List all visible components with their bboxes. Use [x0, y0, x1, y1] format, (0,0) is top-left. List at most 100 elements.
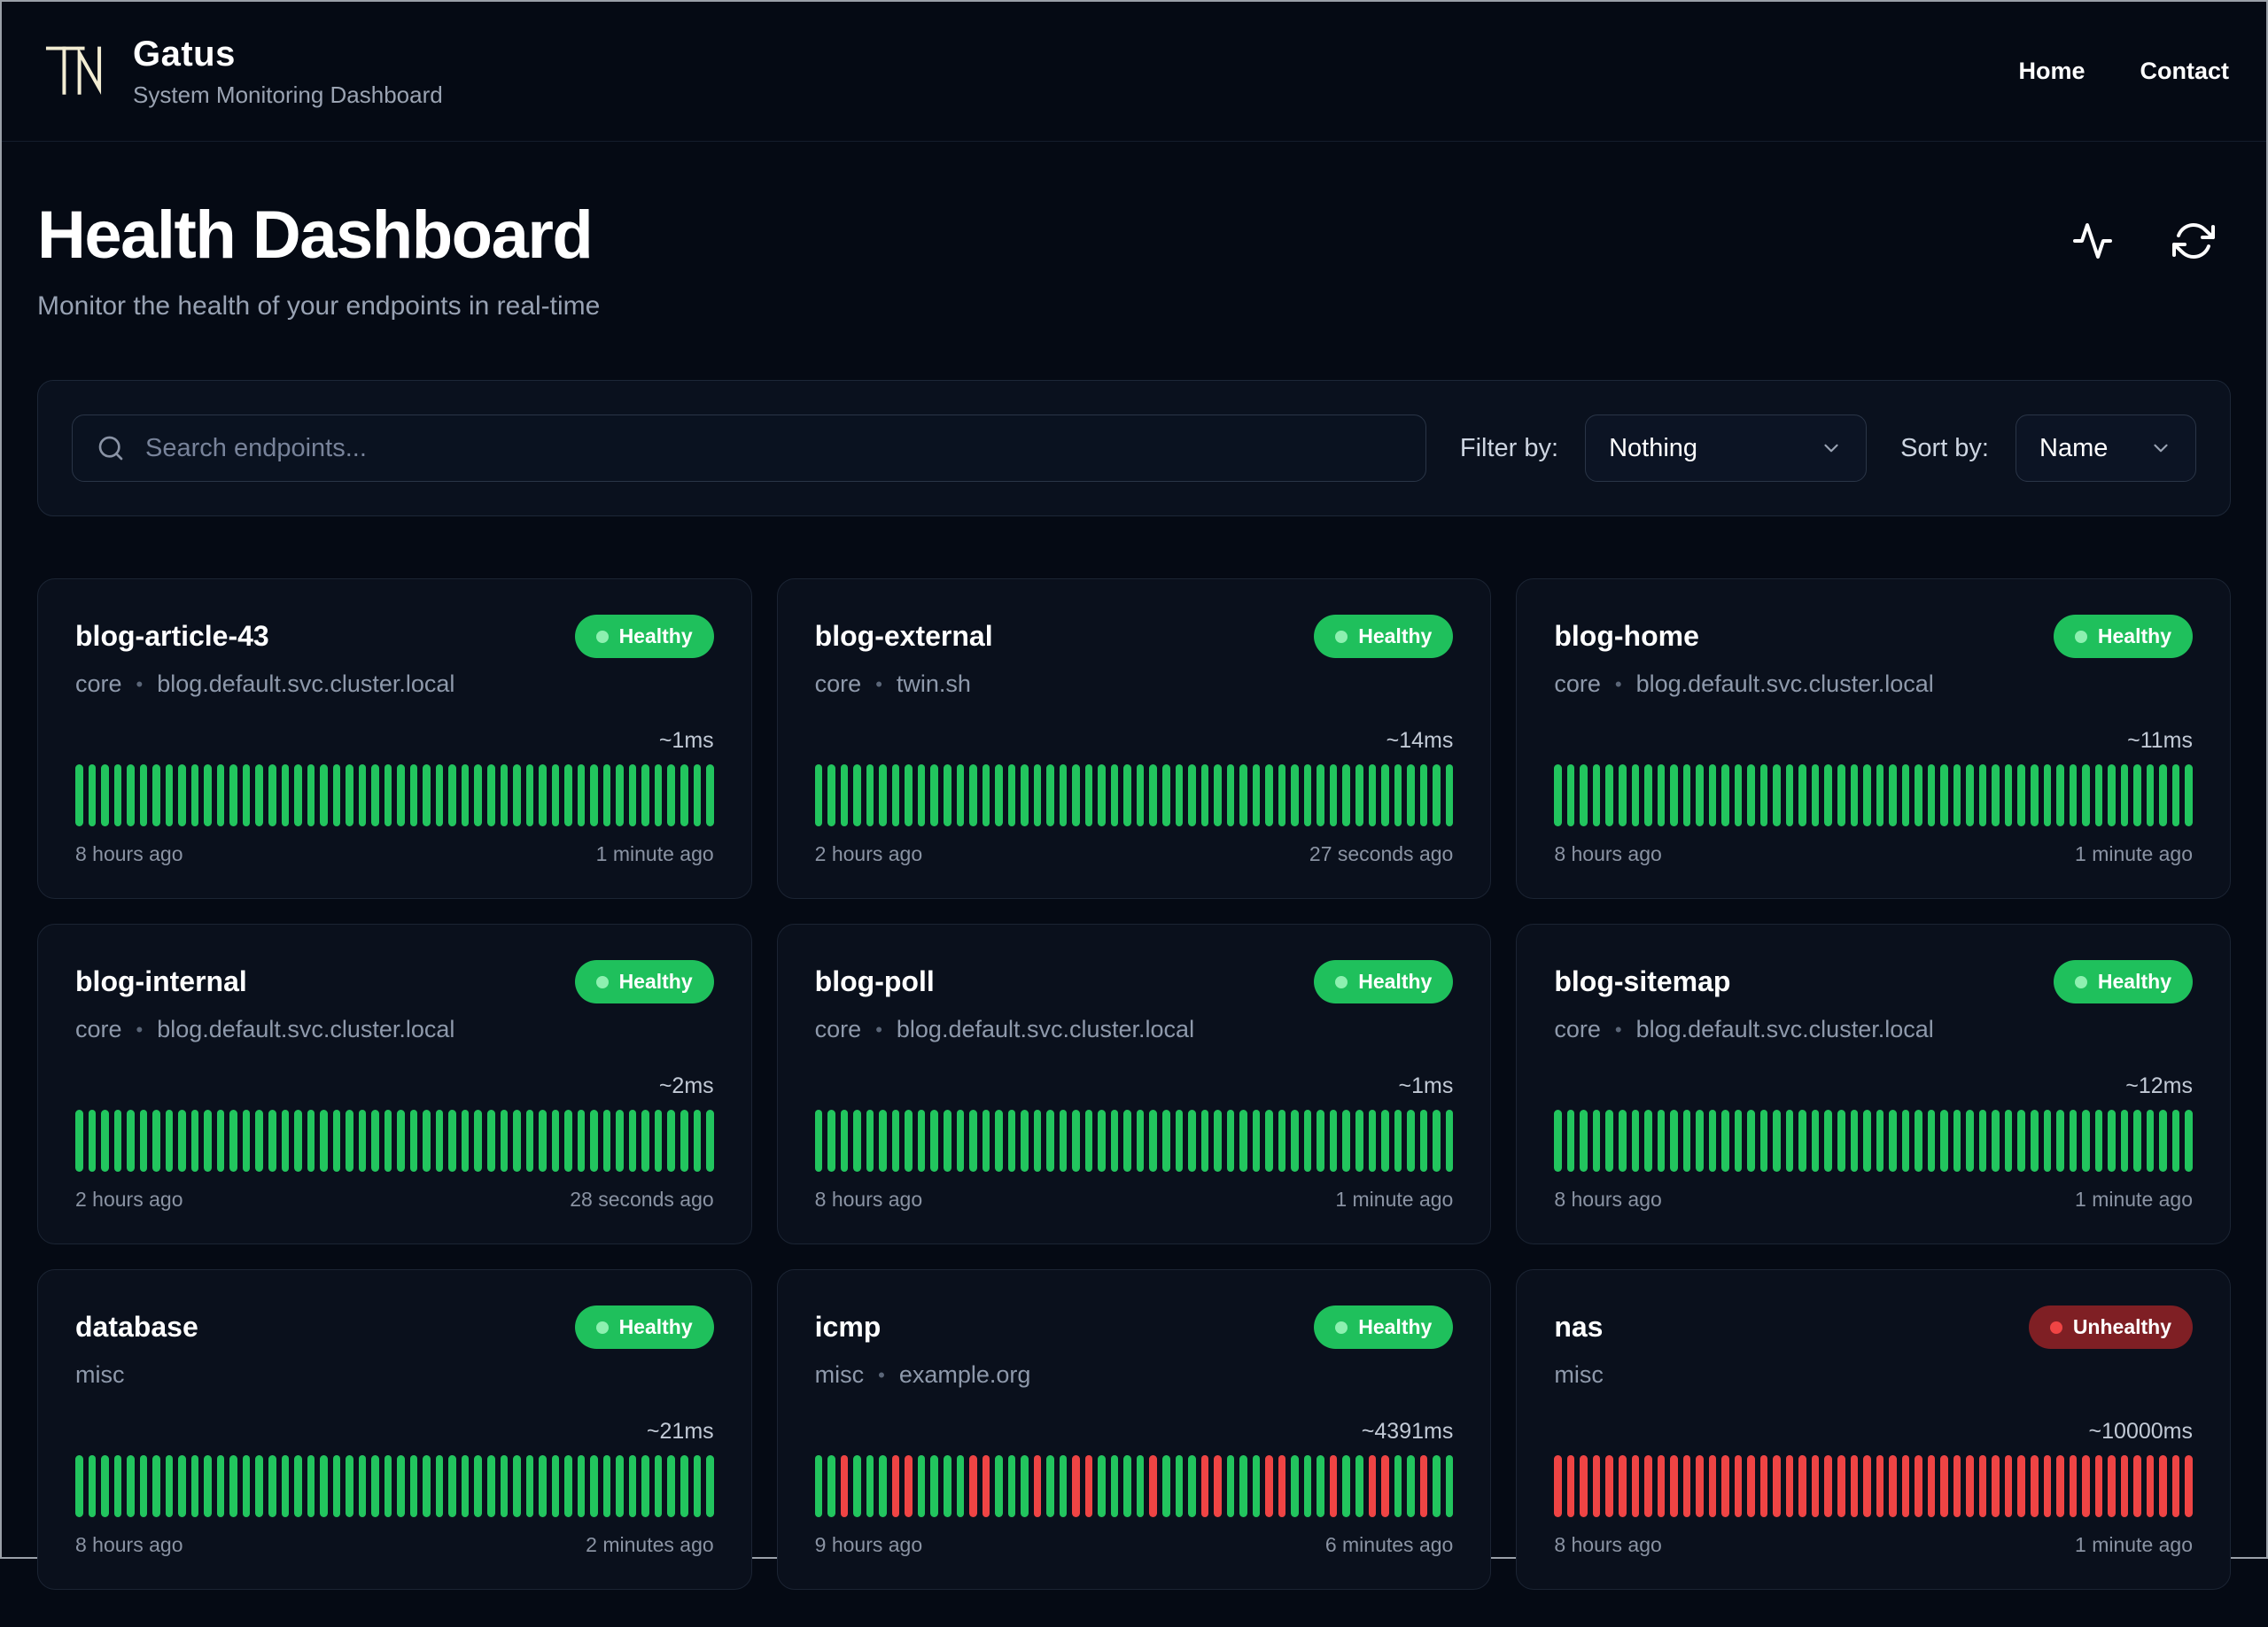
uptime-bar[interactable]	[1850, 1110, 1859, 1172]
uptime-bar[interactable]	[397, 1455, 405, 1517]
uptime-bar[interactable]	[1759, 764, 1768, 826]
uptime-bar[interactable]	[1708, 1110, 1717, 1172]
uptime-bar[interactable]	[1303, 1110, 1312, 1172]
uptime-bar[interactable]	[1696, 764, 1704, 826]
uptime-bar[interactable]	[2030, 764, 2039, 826]
uptime-bar[interactable]	[1618, 1110, 1627, 1172]
uptime-bar[interactable]	[1265, 1110, 1273, 1172]
uptime-bar[interactable]	[75, 1455, 83, 1517]
uptime-bar[interactable]	[1407, 1455, 1415, 1517]
uptime-bar[interactable]	[930, 1110, 938, 1172]
uptime-bar[interactable]	[2108, 1110, 2116, 1172]
uptime-bar[interactable]	[525, 764, 534, 826]
uptime-bar[interactable]	[448, 764, 456, 826]
uptime-bar[interactable]	[358, 1110, 367, 1172]
uptime-bar[interactable]	[2082, 764, 2090, 826]
uptime-bar[interactable]	[216, 764, 225, 826]
uptime-bar[interactable]	[229, 1110, 237, 1172]
uptime-bar[interactable]	[1394, 1455, 1402, 1517]
uptime-bar[interactable]	[693, 1455, 702, 1517]
uptime-bar[interactable]	[1317, 764, 1324, 826]
uptime-bar[interactable]	[152, 1455, 160, 1517]
uptime-bar[interactable]	[1682, 1110, 1691, 1172]
uptime-bar[interactable]	[1445, 1455, 1454, 1517]
downtime-bar[interactable]	[1200, 1455, 1209, 1517]
uptime-bar[interactable]	[891, 764, 900, 826]
uptime-bar[interactable]	[1889, 764, 1897, 826]
uptime-bar[interactable]	[2133, 764, 2141, 826]
uptime-bar[interactable]	[602, 1455, 611, 1517]
uptime-bar[interactable]	[320, 764, 328, 826]
endpoint-card[interactable]: icmp Healthy misc • example.org ~4391ms …	[776, 1269, 1492, 1590]
uptime-bar[interactable]	[320, 1455, 328, 1517]
uptime-bar[interactable]	[281, 764, 290, 826]
uptime-bar[interactable]	[1021, 1455, 1029, 1517]
uptime-bar[interactable]	[943, 764, 951, 826]
uptime-bar[interactable]	[1927, 1110, 1936, 1172]
uptime-bar[interactable]	[204, 1110, 212, 1172]
uptime-bar[interactable]	[268, 764, 276, 826]
downtime-bar[interactable]	[1798, 1455, 1806, 1517]
uptime-bar[interactable]	[1239, 1110, 1247, 1172]
uptime-bar[interactable]	[1940, 764, 1948, 826]
downtime-bar[interactable]	[2030, 1455, 2039, 1517]
uptime-bar[interactable]	[1837, 1110, 1845, 1172]
uptime-bar[interactable]	[879, 764, 887, 826]
uptime-bar[interactable]	[1811, 1110, 1820, 1172]
uptime-bar[interactable]	[564, 1455, 572, 1517]
nav-link-home[interactable]: Home	[2018, 58, 2085, 85]
uptime-bar[interactable]	[1747, 764, 1755, 826]
refresh-icon[interactable]	[2172, 220, 2215, 262]
uptime-bar[interactable]	[628, 1455, 637, 1517]
uptime-bar[interactable]	[216, 1110, 225, 1172]
uptime-bar[interactable]	[294, 1455, 302, 1517]
uptime-bar[interactable]	[866, 1455, 874, 1517]
uptime-bar[interactable]	[866, 764, 874, 826]
uptime-bar[interactable]	[1992, 764, 2000, 826]
uptime-bar[interactable]	[307, 1455, 315, 1517]
uptime-bar[interactable]	[165, 1455, 174, 1517]
uptime-bar[interactable]	[1252, 1110, 1261, 1172]
uptime-bar[interactable]	[1329, 1110, 1338, 1172]
uptime-bar[interactable]	[397, 764, 405, 826]
uptime-bar[interactable]	[1759, 1110, 1768, 1172]
uptime-bar[interactable]	[956, 764, 965, 826]
uptime-bar[interactable]	[2082, 1110, 2090, 1172]
uptime-bar[interactable]	[474, 1110, 482, 1172]
uptime-bar[interactable]	[384, 1110, 392, 1172]
uptime-bar[interactable]	[706, 1110, 714, 1172]
uptime-bars[interactable]	[75, 1110, 714, 1172]
uptime-bar[interactable]	[590, 1110, 598, 1172]
uptime-bar[interactable]	[693, 1110, 702, 1172]
uptime-bar[interactable]	[1721, 1110, 1729, 1172]
uptime-bar[interactable]	[500, 1110, 509, 1172]
uptime-bar[interactable]	[242, 1455, 251, 1517]
uptime-bar[interactable]	[956, 1455, 965, 1517]
uptime-bar[interactable]	[500, 1455, 509, 1517]
sort-select[interactable]: Name	[2016, 414, 2196, 482]
uptime-bar[interactable]	[1708, 764, 1717, 826]
uptime-bar[interactable]	[1734, 1110, 1743, 1172]
downtime-bar[interactable]	[1618, 1455, 1627, 1517]
uptime-bar[interactable]	[616, 1455, 624, 1517]
uptime-bar[interactable]	[1394, 764, 1402, 826]
uptime-bar[interactable]	[1252, 764, 1261, 826]
uptime-bar[interactable]	[1554, 1110, 1562, 1172]
uptime-bar[interactable]	[307, 764, 315, 826]
uptime-bar[interactable]	[943, 1455, 951, 1517]
downtime-bar[interactable]	[2004, 1455, 2013, 1517]
uptime-bar[interactable]	[1136, 764, 1145, 826]
downtime-bar[interactable]	[905, 1455, 913, 1517]
uptime-bar[interactable]	[1123, 1110, 1131, 1172]
uptime-bar[interactable]	[1407, 764, 1415, 826]
uptime-bar[interactable]	[1084, 764, 1093, 826]
uptime-bar[interactable]	[332, 1455, 341, 1517]
uptime-bar[interactable]	[1084, 1110, 1093, 1172]
uptime-bar[interactable]	[1188, 1110, 1196, 1172]
uptime-bar[interactable]	[1798, 1110, 1806, 1172]
downtime-bar[interactable]	[1824, 1455, 1833, 1517]
uptime-bar[interactable]	[1123, 764, 1131, 826]
uptime-bar[interactable]	[616, 764, 624, 826]
uptime-bar[interactable]	[1927, 764, 1936, 826]
uptime-bar[interactable]	[995, 764, 1003, 826]
